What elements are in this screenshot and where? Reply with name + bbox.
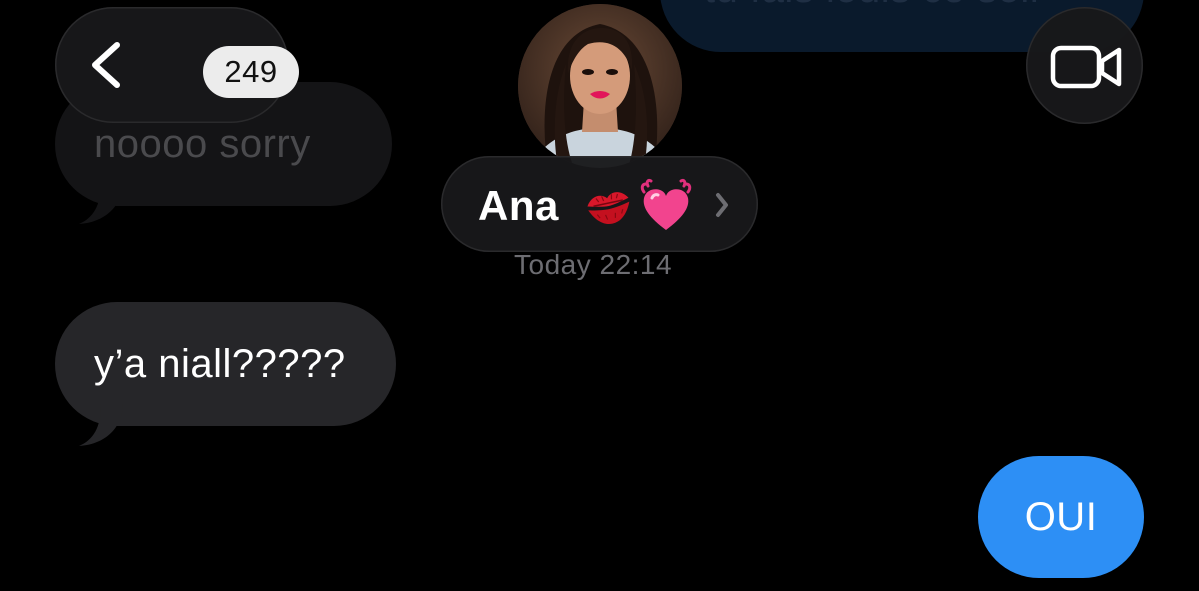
facetime-video-button[interactable] [1026,7,1143,124]
message-text: OUI [1024,494,1098,539]
message-text: tu fais louis ce soir [704,0,1044,12]
unread-count-badge: 249 [203,46,299,98]
message-bubble-incoming[interactable]: y’a niall????? [55,302,396,446]
contact-name: Ana [478,182,559,229]
bubble-tail [79,404,123,446]
kiss-mark-icon [587,192,630,224]
video-camera-icon [1050,45,1122,89]
contact-avatar[interactable] [518,4,682,168]
conversation-timestamp: Today 22:14 [514,249,673,280]
chevron-right-icon [716,193,728,217]
contact-name-pill[interactable]: Ana [441,156,758,252]
back-button[interactable]: 249 [55,7,299,123]
message-text: y’a niall????? [94,341,346,386]
message-bubble-outgoing[interactable]: OUI [978,456,1144,578]
avatar-photo [518,4,682,168]
chevron-left-icon [92,42,120,88]
beating-heart-icon [640,178,692,230]
message-text: noooo sorry [94,121,311,166]
bubble-tail [79,182,123,224]
